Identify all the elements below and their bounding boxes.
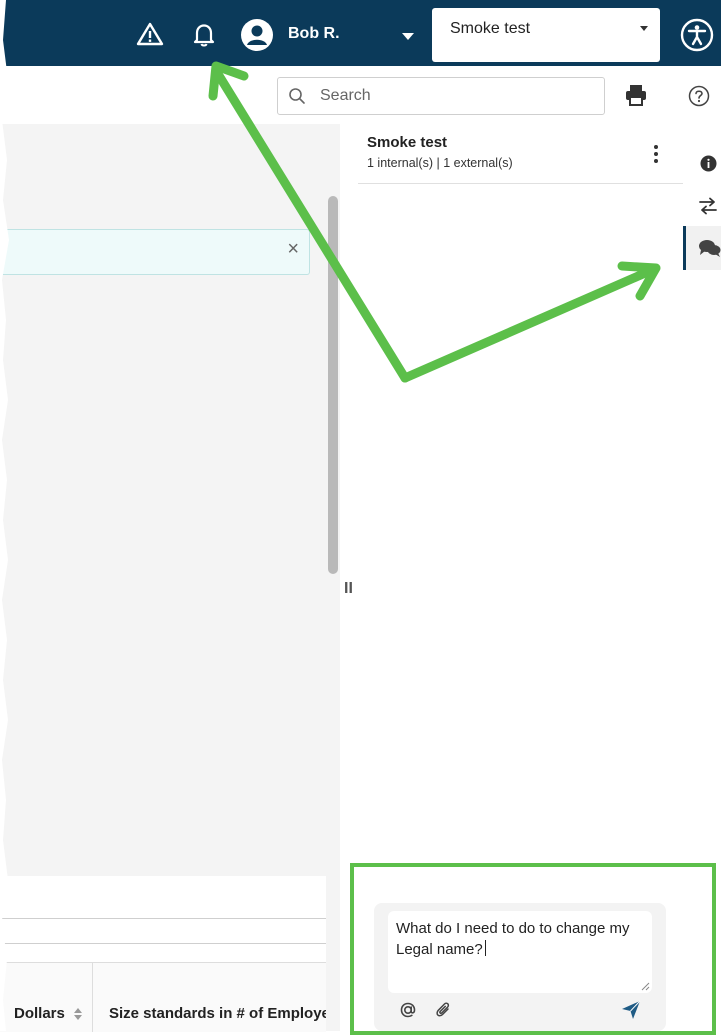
chat-icon[interactable]	[698, 238, 721, 258]
close-icon[interactable]: ×	[287, 238, 299, 261]
kebab-menu-icon[interactable]	[648, 142, 664, 166]
warning-icon[interactable]	[136, 20, 164, 48]
context-select-value: Smoke test	[450, 20, 531, 37]
search-box[interactable]	[277, 77, 605, 115]
rail-active-indicator	[683, 226, 686, 270]
user-menu-caret-icon[interactable]	[402, 33, 414, 40]
search-input[interactable]	[318, 78, 592, 114]
column-divider	[92, 963, 93, 1032]
sort-icon[interactable]	[73, 1007, 83, 1021]
info-banner: ×	[0, 229, 310, 275]
search-icon	[289, 88, 305, 104]
transfer-icon[interactable]	[698, 196, 718, 216]
torn-edge-decoration	[0, 0, 9, 1031]
user-avatar-icon[interactable]	[240, 18, 274, 52]
divider	[0, 943, 326, 944]
help-icon[interactable]	[688, 85, 710, 107]
panel-title: Smoke test	[367, 134, 448, 151]
column-header-employees[interactable]: Size standards in # of Employees	[109, 1005, 326, 1022]
column-header-dollars[interactable]: Dollars	[14, 1005, 65, 1022]
divider	[358, 183, 683, 184]
info-icon[interactable]	[700, 155, 717, 172]
print-icon[interactable]	[624, 84, 648, 106]
context-select[interactable]: Smoke test	[432, 8, 660, 62]
bell-icon[interactable]	[190, 20, 218, 48]
chevron-down-icon	[640, 26, 648, 31]
scrollbar-thumb[interactable]	[328, 196, 338, 574]
accessibility-icon[interactable]	[680, 18, 714, 52]
splitter-grip-icon[interactable]: II	[344, 580, 353, 598]
panel-subtitle: 1 internal(s) | 1 external(s)	[367, 156, 513, 170]
composer-highlight-box	[350, 863, 716, 1035]
divider	[0, 918, 326, 919]
user-name[interactable]: Bob R.	[288, 25, 340, 43]
table-header: Dollars Size standards in # of Employees	[0, 962, 326, 1032]
